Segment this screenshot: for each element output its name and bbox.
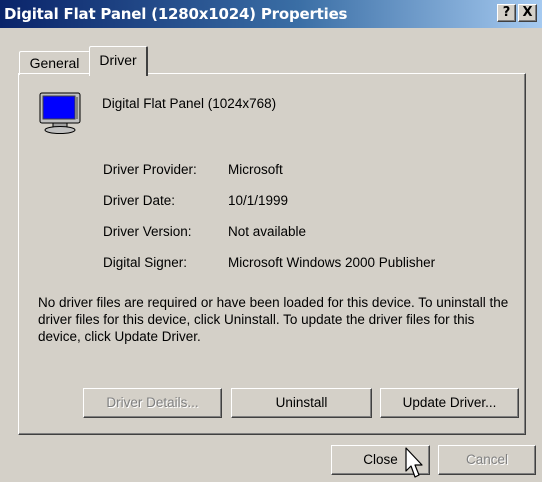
cancel-button[interactable]: Cancel (438, 445, 536, 475)
title-bar[interactable]: Digital Flat Panel (1280x1024) Propertie… (0, 0, 542, 28)
driver-date-value: 10/1/1999 (228, 193, 289, 208)
driver-description: No driver files are required or have bee… (38, 295, 509, 344)
driver-version-label: Driver Version: (103, 224, 192, 239)
driver-details-button[interactable]: Driver Details... (83, 388, 222, 418)
digital-signer-value: Microsoft Windows 2000 Publisher (228, 255, 436, 270)
driver-tab-panel (18, 73, 526, 435)
tab-general[interactable]: General (19, 51, 90, 75)
driver-version-value: Not available (228, 224, 307, 239)
help-button[interactable]: ? (497, 4, 516, 22)
tab-driver[interactable]: Driver (89, 46, 148, 76)
close-window-button[interactable]: X (518, 4, 537, 22)
device-name: Digital Flat Panel (1024x768) (102, 96, 277, 111)
uninstall-button[interactable]: Uninstall (231, 388, 372, 418)
mouse-pointer-icon (405, 447, 423, 478)
update-driver-button[interactable]: Update Driver... (380, 388, 519, 418)
driver-date-label: Driver Date: (103, 193, 176, 208)
monitor-icon (39, 92, 81, 134)
digital-signer-label: Digital Signer: (103, 255, 188, 270)
driver-provider-label: Driver Provider: (103, 162, 197, 177)
driver-provider-value: Microsoft (228, 162, 283, 177)
window-title: Digital Flat Panel (1280x1024) Propertie… (4, 5, 348, 23)
